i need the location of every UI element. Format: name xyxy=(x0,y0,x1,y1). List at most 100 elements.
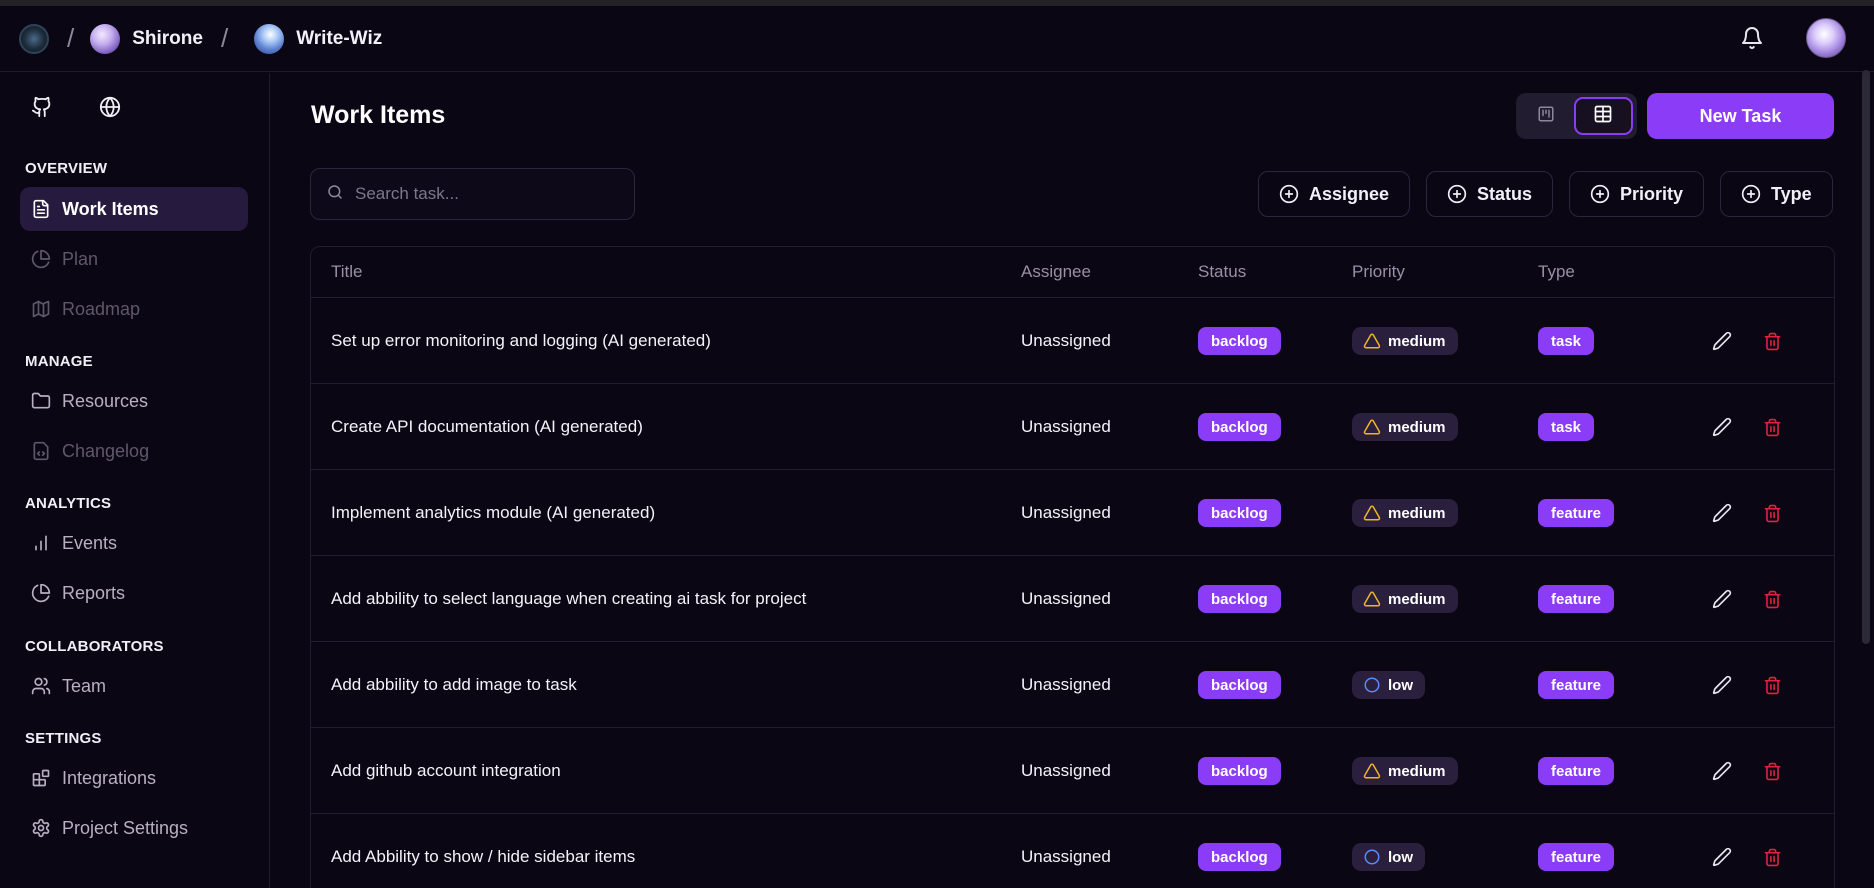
filter-priority-button[interactable]: Priority xyxy=(1569,171,1705,217)
warning-triangle-icon xyxy=(1362,417,1382,437)
table-row[interactable]: Add abbility to add image to task Unassig… xyxy=(311,642,1834,728)
table-row[interactable]: Add Abbility to show / hide sidebar item… xyxy=(311,814,1834,888)
column-header-title[interactable]: Title xyxy=(331,262,363,282)
type-badge: feature xyxy=(1538,499,1615,527)
sidebar-item-reports[interactable]: Reports xyxy=(20,571,248,615)
sidebar-item-work-items[interactable]: Work Items xyxy=(20,187,248,231)
globe-icon[interactable] xyxy=(98,95,122,119)
sidebar-item-project-settings[interactable]: Project Settings xyxy=(20,806,248,850)
task-title[interactable]: Add Abbility to show / hide sidebar item… xyxy=(331,814,635,888)
bell-icon[interactable] xyxy=(1738,24,1766,52)
column-header-status[interactable]: Status xyxy=(1198,262,1246,282)
filter-label: Assignee xyxy=(1309,183,1390,204)
priority-label: medium xyxy=(1388,504,1446,522)
table-row[interactable]: Add abbility to select language when cre… xyxy=(311,556,1834,642)
trash-icon[interactable] xyxy=(1760,329,1784,353)
priority-label: low xyxy=(1388,676,1413,694)
filter-type-button[interactable]: Type xyxy=(1720,171,1833,217)
edit-pencil-icon[interactable] xyxy=(1710,673,1734,697)
table-row[interactable]: Implement analytics module (AI generated… xyxy=(311,470,1834,556)
table-view-button[interactable] xyxy=(1573,97,1633,135)
pie-chart-icon xyxy=(30,582,52,604)
sidebar: OVERVIEW Work Items Plan Roadmap MANAGE … xyxy=(0,73,270,888)
sidebar-item-label: Resources xyxy=(62,390,149,411)
kanban-view-button[interactable] xyxy=(1520,97,1572,135)
sidebar-item-integrations[interactable]: Integrations xyxy=(20,756,248,800)
type-cell: feature xyxy=(1538,556,1615,642)
warning-triangle-icon xyxy=(1362,761,1382,781)
app-logo[interactable] xyxy=(19,23,49,54)
edit-pencil-icon[interactable] xyxy=(1710,415,1734,439)
priority-cell: medium xyxy=(1352,556,1458,642)
new-task-button[interactable]: New Task xyxy=(1647,93,1834,139)
breadcrumb-project[interactable]: Write-Wiz xyxy=(296,28,382,50)
task-assignee: Unassigned xyxy=(1021,589,1111,608)
page-title: Work Items xyxy=(311,101,446,129)
section-title-manage: MANAGE xyxy=(25,353,93,370)
sidebar-item-events[interactable]: Events xyxy=(20,521,248,565)
github-icon[interactable] xyxy=(30,95,54,119)
priority-label: medium xyxy=(1388,590,1446,608)
task-title[interactable]: Add github account integration xyxy=(331,728,561,814)
plus-circle-icon xyxy=(1279,184,1299,204)
priority-cell: medium xyxy=(1352,298,1458,384)
user-avatar[interactable] xyxy=(1806,18,1846,58)
priority-badge: medium xyxy=(1352,757,1458,785)
type-cell: feature xyxy=(1538,642,1615,728)
section-title-overview: OVERVIEW xyxy=(25,160,108,177)
status-badge: backlog xyxy=(1198,757,1281,785)
edit-pencil-icon[interactable] xyxy=(1710,759,1734,783)
edit-pencil-icon[interactable] xyxy=(1710,845,1734,869)
type-badge: task xyxy=(1538,327,1595,355)
search-input[interactable] xyxy=(355,184,615,204)
edit-pencil-icon[interactable] xyxy=(1710,329,1734,353)
task-title[interactable]: Create API documentation (AI generated) xyxy=(331,384,643,470)
circle-icon xyxy=(1362,847,1382,867)
trash-icon[interactable] xyxy=(1760,845,1784,869)
task-assignee: Unassigned xyxy=(1021,675,1111,694)
edit-pencil-icon[interactable] xyxy=(1710,587,1734,611)
filter-assignee-button[interactable]: Assignee xyxy=(1258,171,1411,217)
trash-icon[interactable] xyxy=(1760,415,1784,439)
status-badge: backlog xyxy=(1198,671,1281,699)
type-cell: feature xyxy=(1538,728,1615,814)
top-header: / Shirone / Write-Wiz xyxy=(0,6,1874,72)
sidebar-item-resources[interactable]: Resources xyxy=(20,379,248,423)
warning-triangle-icon xyxy=(1362,503,1382,523)
column-header-assignee[interactable]: Assignee xyxy=(1021,262,1091,282)
main-content: Work Items New Task Assignee Status Prio… xyxy=(271,73,1874,888)
status-badge: backlog xyxy=(1198,327,1281,355)
task-title[interactable]: Add abbility to select language when cre… xyxy=(331,556,806,642)
task-assignee: Unassigned xyxy=(1021,761,1111,780)
bar-chart-icon xyxy=(30,532,52,554)
table-row[interactable]: Add github account integration Unassigned… xyxy=(311,728,1834,814)
sidebar-item-label: Changelog xyxy=(62,440,150,461)
task-title[interactable]: Add abbility to add image to task xyxy=(331,642,577,728)
status-cell: backlog xyxy=(1198,728,1281,814)
edit-pencil-icon[interactable] xyxy=(1710,501,1734,525)
status-cell: backlog xyxy=(1198,556,1281,642)
task-title[interactable]: Implement analytics module (AI generated… xyxy=(331,470,655,556)
trash-icon[interactable] xyxy=(1760,587,1784,611)
task-title[interactable]: Set up error monitoring and logging (AI … xyxy=(331,298,711,384)
task-assignee: Unassigned xyxy=(1021,847,1111,866)
sidebar-item-changelog: Changelog xyxy=(20,429,248,473)
sidebar-item-team[interactable]: Team xyxy=(20,664,248,708)
status-cell: backlog xyxy=(1198,642,1281,728)
column-header-priority[interactable]: Priority xyxy=(1352,262,1405,282)
column-header-type[interactable]: Type xyxy=(1538,262,1575,282)
trash-icon[interactable] xyxy=(1760,759,1784,783)
filter-status-button[interactable]: Status xyxy=(1426,171,1554,217)
task-assignee: Unassigned xyxy=(1021,331,1111,350)
trash-icon[interactable] xyxy=(1760,673,1784,697)
priority-label: low xyxy=(1388,848,1413,866)
priority-cell: medium xyxy=(1352,384,1458,470)
table-row[interactable]: Create API documentation (AI generated) U… xyxy=(311,384,1834,470)
circle-icon xyxy=(1362,675,1382,695)
table-row[interactable]: Set up error monitoring and logging (AI … xyxy=(311,298,1834,384)
priority-badge: medium xyxy=(1352,585,1458,613)
priority-cell: medium xyxy=(1352,470,1458,556)
type-cell: task xyxy=(1538,298,1595,384)
trash-icon[interactable] xyxy=(1760,501,1784,525)
breadcrumb-workspace[interactable]: Shirone xyxy=(132,28,203,50)
